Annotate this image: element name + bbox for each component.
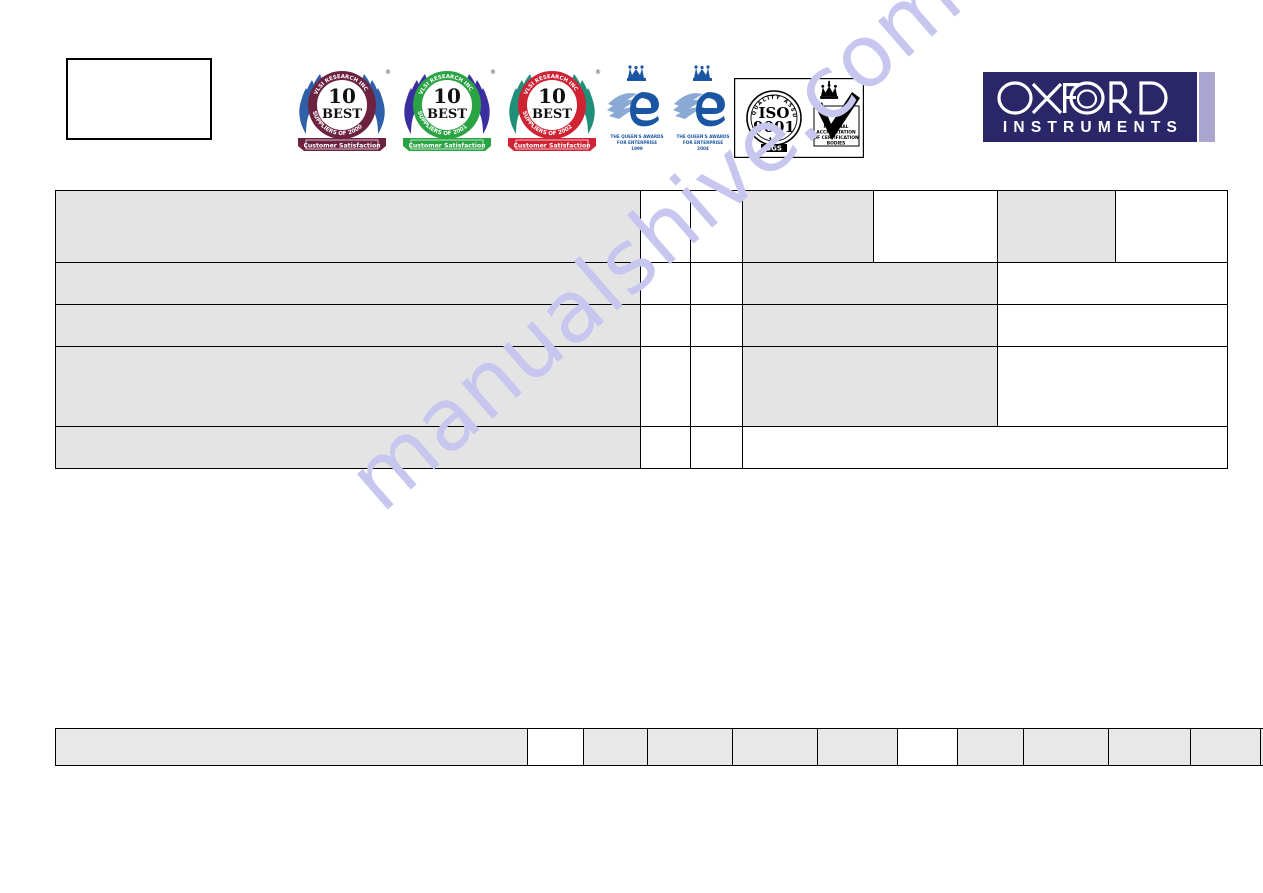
- svg-text:BEST: BEST: [427, 107, 467, 122]
- form-cell-r3c5[interactable]: [997, 304, 1228, 347]
- form-cell-r2c2[interactable]: [640, 262, 691, 305]
- form-cell-title[interactable]: [55, 190, 641, 263]
- form-cell-r1c7[interactable]: [1115, 190, 1228, 263]
- svg-text:Customer Satisfaction: Customer Satisfaction: [513, 143, 590, 150]
- oxford-logo-accent-bar: [1199, 72, 1215, 142]
- footer-cell-5[interactable]: [732, 728, 818, 766]
- form-cell-r3c1[interactable]: [55, 304, 641, 347]
- footer-revision-table: [55, 728, 1263, 766]
- footer-cell-2[interactable]: [527, 728, 584, 766]
- oxford-wordmark-icon: [997, 81, 1168, 115]
- footer-cell-3[interactable]: [583, 728, 648, 766]
- header-blank-box[interactable]: [66, 58, 212, 140]
- table-row: [55, 426, 1228, 469]
- svg-text:10: 10: [328, 84, 356, 108]
- form-cell-r2c5[interactable]: [997, 262, 1228, 305]
- svg-text:Customer Satisfaction: Customer Satisfaction: [303, 143, 380, 150]
- svg-text:OF CERTIFICATION: OF CERTIFICATION: [813, 135, 859, 141]
- form-cell-r2c1[interactable]: [55, 262, 641, 305]
- queens-award-2004-icon: THE QUEEN'S AWARDS FOR ENTERPRISE 2004: [672, 58, 734, 158]
- form-cell-r4c1[interactable]: [55, 346, 641, 427]
- form-cell-r5c2[interactable]: [640, 426, 691, 469]
- form-cell-r1c6[interactable]: [997, 190, 1116, 263]
- form-cell-r1c5[interactable]: [873, 190, 998, 263]
- table-row: [55, 346, 1228, 427]
- form-cell-r1c4[interactable]: [742, 190, 874, 263]
- table-row: [55, 262, 1228, 305]
- page-header: 10 BEST VLSI RESEARCH INC SUPPLIERS OF 2…: [0, 0, 1263, 175]
- footer-cell-4[interactable]: [647, 728, 733, 766]
- form-cell-r4c2[interactable]: [640, 346, 691, 427]
- footer-cell-11[interactable]: [1190, 728, 1261, 766]
- form-cell-r1c3[interactable]: [690, 190, 743, 263]
- svg-text:BEST: BEST: [322, 107, 362, 122]
- footer-cell-7[interactable]: [897, 728, 958, 766]
- form-cell-r4c3[interactable]: [690, 346, 743, 427]
- main-form-table: [55, 190, 1228, 469]
- svg-text:Customer Satisfaction: Customer Satisfaction: [408, 143, 485, 150]
- queens-award-1999-icon: THE QUEEN'S AWARDS FOR ENTERPRISE 1999: [606, 58, 668, 158]
- svg-text:10: 10: [433, 84, 461, 108]
- award-badge-group: 10 BEST VLSI RESEARCH INC SUPPLIERS OF 2…: [292, 58, 602, 158]
- form-cell-r5c3[interactable]: [690, 426, 743, 469]
- svg-text:®: ®: [490, 69, 496, 76]
- form-cell-r3c2[interactable]: [640, 304, 691, 347]
- queens-award-group: THE QUEEN'S AWARDS FOR ENTERPRISE 1999 T…: [606, 58, 734, 158]
- svg-text:9001: 9001: [753, 118, 795, 136]
- table-row: [55, 304, 1228, 347]
- form-cell-r2c3[interactable]: [690, 262, 743, 305]
- svg-text:1999: 1999: [631, 146, 643, 151]
- svg-text:ACCREDITATION: ACCREDITATION: [816, 130, 856, 136]
- iso-9001-certification-badge: QUALITY ASSURED FIRM ISO 9001 SGS: [731, 74, 865, 159]
- footer-table-row: [55, 728, 1263, 766]
- svg-text:BEST: BEST: [532, 107, 572, 122]
- form-cell-r1c2[interactable]: [640, 190, 691, 263]
- table-row: [55, 190, 1228, 263]
- form-cell-r3c3[interactable]: [690, 304, 743, 347]
- svg-text:THE QUEEN'S AWARDS: THE QUEEN'S AWARDS: [610, 134, 663, 139]
- form-cell-r5c1[interactable]: [55, 426, 641, 469]
- svg-text:THE QUEEN'S AWARDS: THE QUEEN'S AWARDS: [676, 134, 729, 139]
- oxford-instruments-logo: INSTRUMENTS: [983, 72, 1197, 142]
- svg-text:BODIES: BODIES: [827, 141, 846, 147]
- svg-text:®: ®: [385, 69, 391, 76]
- oxford-instruments-subtitle: INSTRUMENTS: [1002, 119, 1184, 137]
- award-badge-2001: 10 BEST VLSI RESEARCH INC SUPPLIERS OF 2…: [397, 58, 497, 158]
- form-cell-r4c4[interactable]: [742, 346, 998, 427]
- award-badge-2002: 10 BEST VLSI RESEARCH INC SUPPLIERS OF 2…: [502, 58, 602, 158]
- svg-text:10: 10: [538, 84, 566, 108]
- footer-cell-8[interactable]: [957, 728, 1024, 766]
- document-page: 10 BEST VLSI RESEARCH INC SUPPLIERS OF 2…: [0, 0, 1263, 893]
- footer-cell-6[interactable]: [817, 728, 898, 766]
- svg-text:®: ®: [595, 69, 601, 76]
- form-cell-r5c4[interactable]: [742, 426, 1228, 469]
- footer-cell-1[interactable]: [55, 728, 528, 766]
- svg-text:NATIONAL: NATIONAL: [824, 124, 849, 130]
- form-cell-r4c5[interactable]: [997, 346, 1228, 427]
- form-cell-r2c4[interactable]: [742, 262, 998, 305]
- svg-text:FOR ENTERPRISE: FOR ENTERPRISE: [683, 140, 723, 145]
- svg-text:SGS: SGS: [766, 145, 782, 153]
- award-badge-2000: 10 BEST VLSI RESEARCH INC SUPPLIERS OF 2…: [292, 58, 392, 158]
- footer-cell-9[interactable]: [1023, 728, 1109, 766]
- form-cell-r3c4[interactable]: [742, 304, 998, 347]
- svg-text:2004: 2004: [697, 146, 709, 151]
- footer-cell-10[interactable]: [1108, 728, 1191, 766]
- svg-text:FOR ENTERPRISE: FOR ENTERPRISE: [617, 140, 657, 145]
